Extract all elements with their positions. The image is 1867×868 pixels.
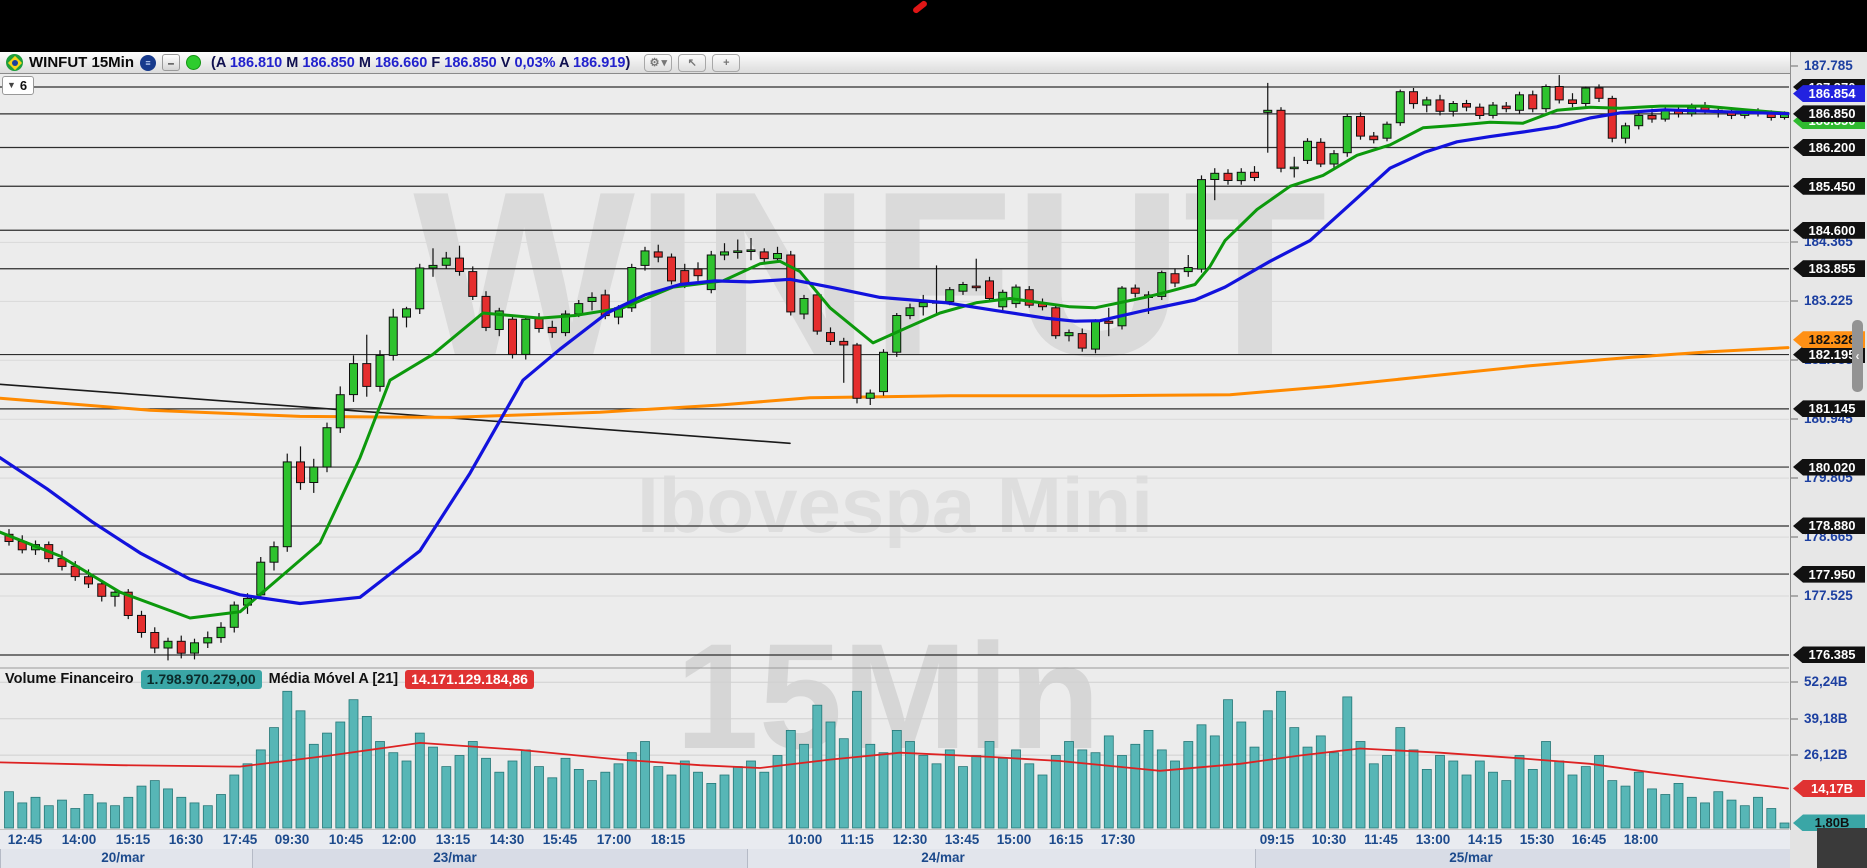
chart-canvas[interactable]: WINFUTIbovespa Mini15Min [0,0,1790,868]
axis-tick-mark [1791,418,1798,420]
level-price-tag: 178.880 [1793,517,1865,534]
price-tick-label: 183.225 [1804,293,1853,308]
date-section [747,849,1255,868]
date-label: 20/mar [88,850,158,865]
time-tick-label: 15:00 [984,832,1044,847]
wrench-icon: ⚙ [650,56,660,69]
volume-ma-tag: 14,17B [1793,780,1865,797]
time-tick-label: 16:15 [1036,832,1096,847]
axis-tick-mark [1791,681,1798,683]
time-tick-label: 12:30 [880,832,940,847]
level-price-tag: 180.020 [1793,459,1865,476]
time-tick-label: 09:30 [262,832,322,847]
volume-tick-label: 26,12B [1804,747,1848,762]
volume-ma-label: Média Móvel A [21] [269,671,398,687]
time-tick-label: 16:30 [156,832,216,847]
level-price-tag: 186.850 [1793,105,1865,122]
time-tick-label: 18:15 [638,832,698,847]
axis-tick-mark [1791,241,1798,243]
axis-tick-mark [1791,718,1798,720]
price-tick-label: 187.785 [1804,58,1853,73]
price-axis[interactable]: 187.785184.365183.225182.085180.945179.8… [1790,52,1867,830]
svg-text:WINFUT: WINFUT [413,142,1327,405]
status-dot-icon [186,55,201,70]
corner-resize-area [1817,828,1867,868]
tools-button[interactable]: ⚙▾ [644,54,672,72]
time-tick-label: 15:30 [1507,832,1567,847]
level-price-tag: 176.385 [1793,646,1865,663]
volume-tick-label: 52,24B [1804,674,1848,689]
indicator-count: 6 [20,78,27,93]
time-tick-label: 13:15 [423,832,483,847]
axis-tick-mark [1791,300,1798,302]
time-tick-label: 18:00 [1611,832,1671,847]
level-price-tag: 177.950 [1793,566,1865,583]
brazil-flag-icon [6,54,23,71]
panel-expand-handle[interactable]: ‹ [1852,320,1863,392]
axis-tick-mark [1791,65,1798,67]
time-tick-label: 10:45 [316,832,376,847]
volume-indicator-label: Volume Financeiro [5,671,134,687]
caret-down-icon: ▾ [661,56,667,69]
time-tick-label: 12:00 [369,832,429,847]
quote-string: (A 186.810 M 186.850 M 186.660 F 186.850… [211,55,630,71]
axis-tick-mark [1791,754,1798,756]
time-tick-label: 10:30 [1299,832,1359,847]
volume-value-badge: 1.798.970.279,00 [141,670,262,689]
pan-mode-button[interactable]: ↖ [678,54,706,72]
chevron-left-icon: ‹ [1856,349,1860,363]
indicator-collapse-tab[interactable]: ▼ 6 [2,76,34,95]
time-tick-label: 09:15 [1247,832,1307,847]
time-tick-label: 14:00 [49,832,109,847]
level-price-tag: 181.145 [1793,400,1865,417]
time-tick-label: 14:30 [477,832,537,847]
level-price-tag: 185.450 [1793,178,1865,195]
window-top-bar [0,0,1867,52]
date-label: 25/mar [1436,850,1506,865]
b3-icon[interactable]: ≡ [140,55,156,71]
time-tick-label: 11:45 [1351,832,1411,847]
level-price-tag: 183.855 [1793,260,1865,277]
time-tick-label: 12:45 [0,832,55,847]
date-label: 24/mar [908,850,978,865]
volume-ma-value-badge: 14.171.129.184,86 [405,670,534,689]
ma-blue-price-tag: 186.854 [1793,85,1865,102]
time-tick-label: 10:00 [775,832,835,847]
axis-tick-mark [1791,595,1798,597]
time-tick-label: 15:15 [103,832,163,847]
time-tick-label: 17:00 [584,832,644,847]
time-tick-label: 11:15 [827,832,887,847]
time-tick-label: 13:45 [932,832,992,847]
time-tick-label: 14:15 [1455,832,1515,847]
time-tick-label: 16:45 [1559,832,1619,847]
volume-tick-label: 39,18B [1804,711,1848,726]
symbol-title: WINFUT 15Min [29,54,134,71]
date-section [252,849,747,868]
red-cursor-mark [912,0,928,14]
time-axis[interactable]: 20/mar23/mar24/mar25/mar12:4514:0015:151… [0,830,1790,868]
zoom-in-button[interactable]: + [712,54,740,72]
axis-tick-mark [1791,536,1798,538]
axis-tick-mark [1791,359,1798,361]
time-tick-label: 17:30 [1088,832,1148,847]
level-price-tag: 186.200 [1793,139,1865,156]
axis-tick-mark [1791,477,1798,479]
triangle-down-icon: ▼ [7,80,16,90]
level-price-tag: 184.600 [1793,222,1865,239]
price-tick-label: 177.525 [1804,588,1853,603]
svg-text:Ibovespa Mini: Ibovespa Mini [637,461,1153,549]
time-tick-label: 15:45 [530,832,590,847]
chart-toolbar: WINFUT 15Min ≡ – (A 186.810 M 186.850 M … [0,52,1790,74]
time-tick-label: 13:00 [1403,832,1463,847]
volume-indicator-header: Volume Financeiro 1.798.970.279,00 Média… [5,669,534,689]
collapse-button[interactable]: – [162,54,180,71]
date-label: 23/mar [420,850,490,865]
date-section [1255,849,1790,868]
time-tick-label: 17:45 [210,832,270,847]
